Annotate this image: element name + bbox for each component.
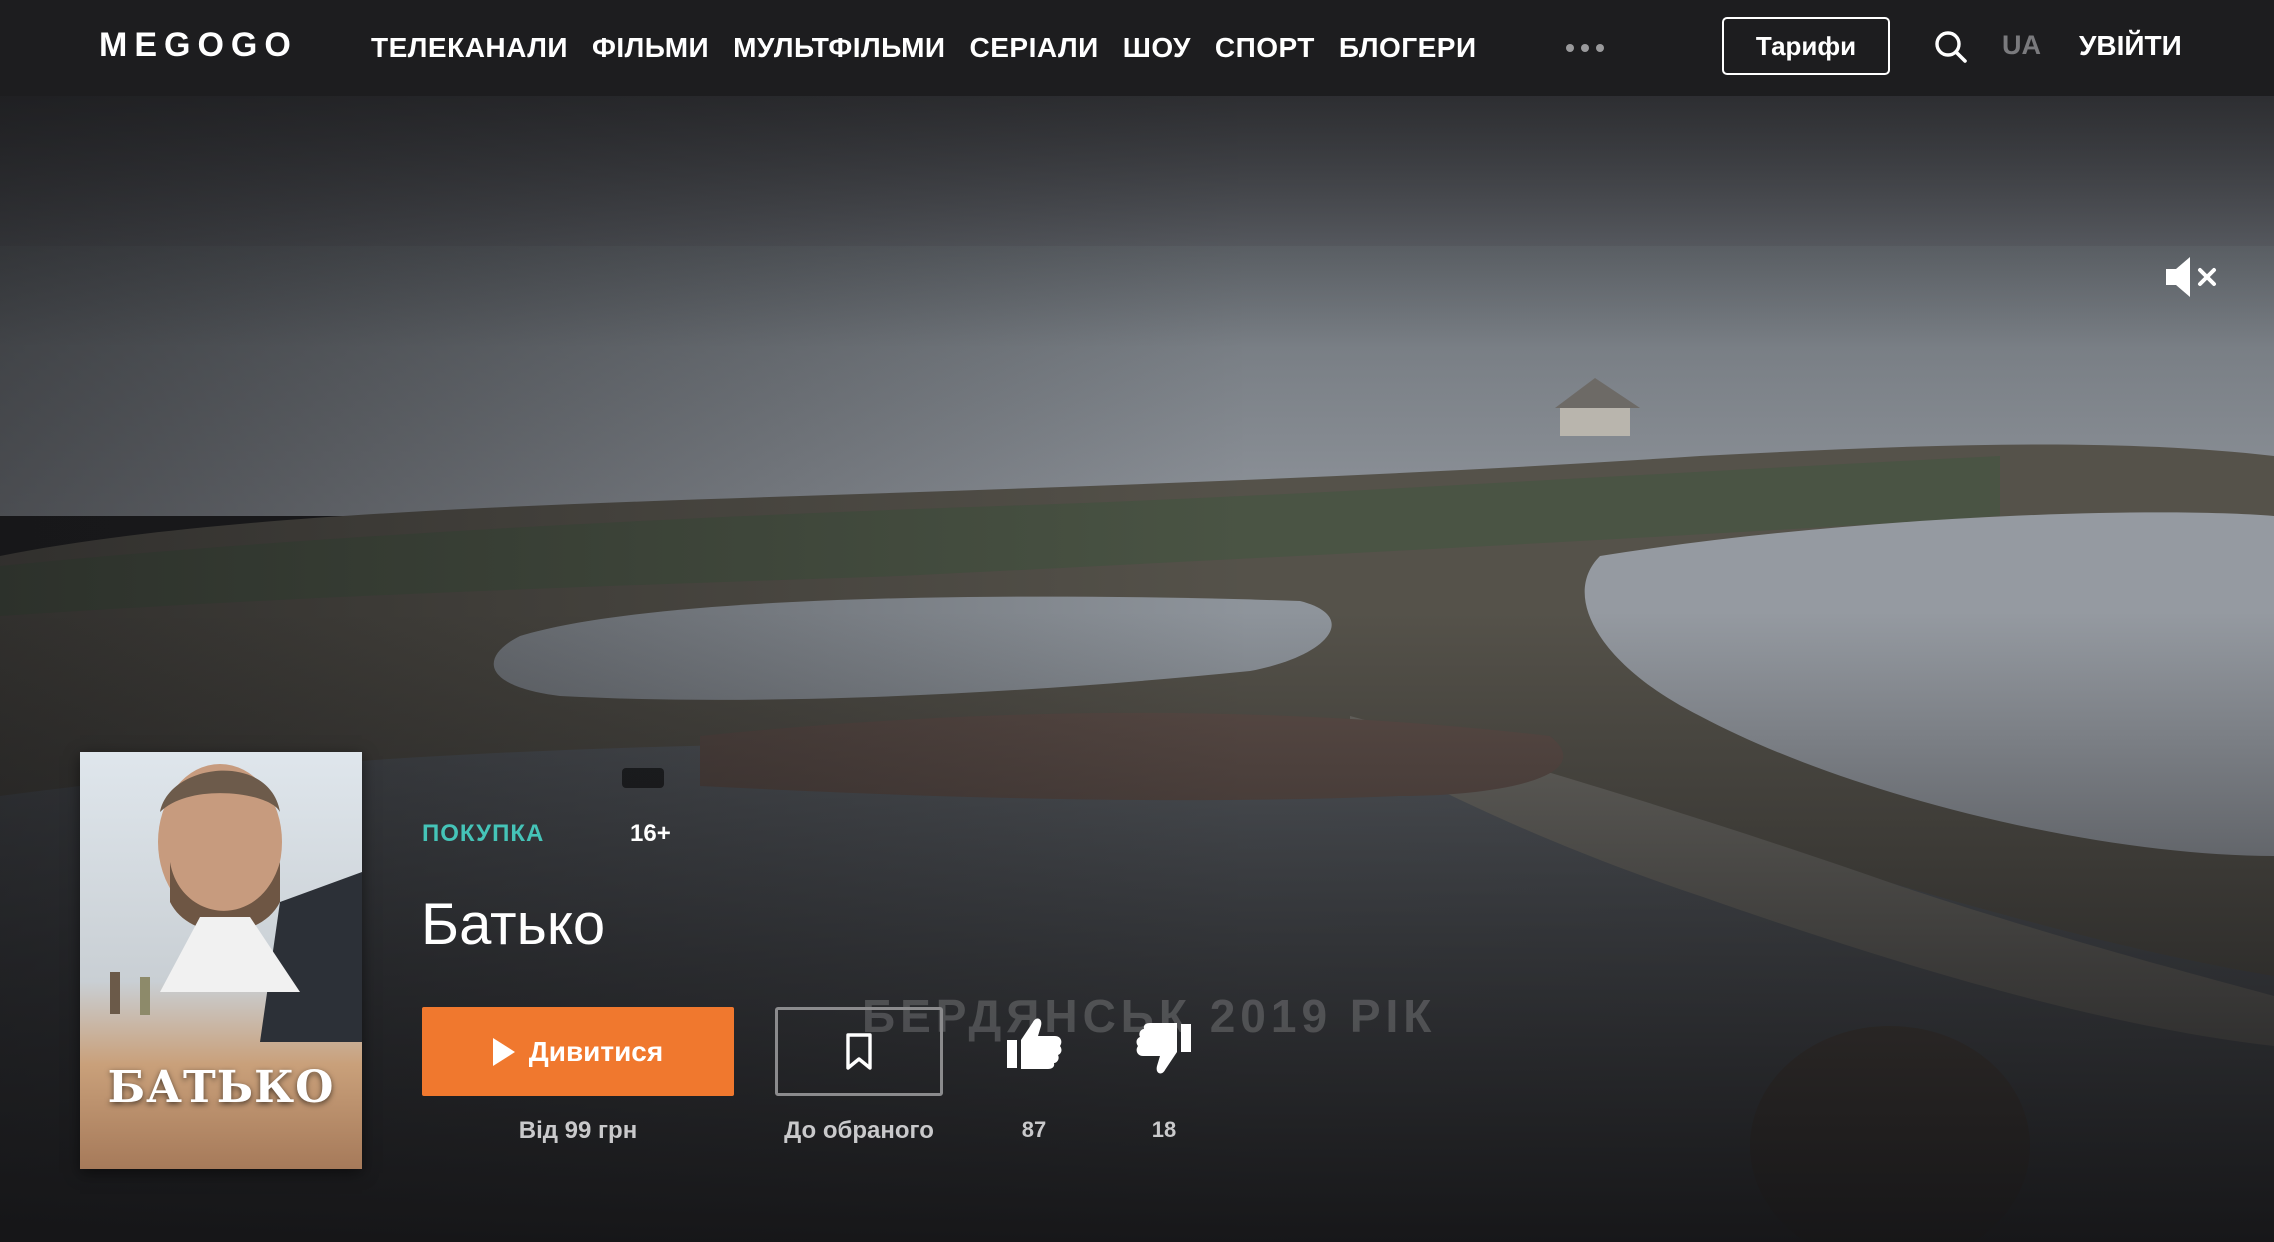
likes-count: 87 <box>1021 1117 1047 1142</box>
nav-item-bloggers[interactable]: БЛОГЕРИ <box>1339 32 1477 64</box>
login-link[interactable]: УВІЙТИ <box>2079 30 2182 62</box>
megogo-logo[interactable]: MEGOGO <box>99 26 298 65</box>
nav-item-tv-channels[interactable]: ТЕЛЕКАНАЛИ <box>371 32 568 64</box>
bookmark-icon <box>846 1032 872 1070</box>
movie-poster[interactable]: БАТЬКО <box>80 752 362 1169</box>
movie-title: Батько <box>421 892 606 957</box>
nav-item-films[interactable]: ФІЛЬМИ <box>592 32 709 64</box>
play-icon <box>492 1037 515 1066</box>
thumbs-down-icon[interactable] <box>1133 1018 1195 1080</box>
tariffs-button[interactable]: Тарифи <box>1722 17 1890 75</box>
nav-item-sport[interactable]: СПОРТ <box>1215 32 1315 64</box>
dislikes-count: 18 <box>1151 1117 1177 1142</box>
top-navigation-bar: MEGOGO ТЕЛЕКАНАЛИ ФІЛЬМИ МУЛЬТФІЛЬМИ СЕР… <box>0 0 2274 96</box>
speaker-muted-icon[interactable] <box>2164 254 2220 300</box>
nav-item-series[interactable]: СЕРІАЛИ <box>970 32 1099 64</box>
nav-item-cartoons[interactable]: МУЛЬТФІЛЬМИ <box>733 32 945 64</box>
age-rating: 16+ <box>630 820 671 847</box>
thumbs-up-icon[interactable] <box>1003 1012 1065 1074</box>
poster-title: БАТЬКО <box>107 1062 335 1113</box>
language-switch[interactable]: UA <box>2002 30 2041 61</box>
purchase-badge: ПОКУПКА <box>422 820 545 847</box>
more-dots-icon[interactable] <box>1566 44 1604 52</box>
favorites-label: До обраного <box>784 1117 934 1144</box>
main-nav: ТЕЛЕКАНАЛИ ФІЛЬМИ МУЛЬТФІЛЬМИ СЕРІАЛИ ШО… <box>371 0 1501 96</box>
nav-item-show[interactable]: ШОУ <box>1123 32 1191 64</box>
search-icon[interactable] <box>1934 30 1968 64</box>
watch-button-label: Дивитися <box>528 1035 664 1067</box>
price-label: Від 99 грн <box>518 1117 638 1144</box>
add-to-favorites-button[interactable] <box>775 1007 943 1096</box>
watch-button[interactable]: Дивитися <box>422 1007 734 1096</box>
